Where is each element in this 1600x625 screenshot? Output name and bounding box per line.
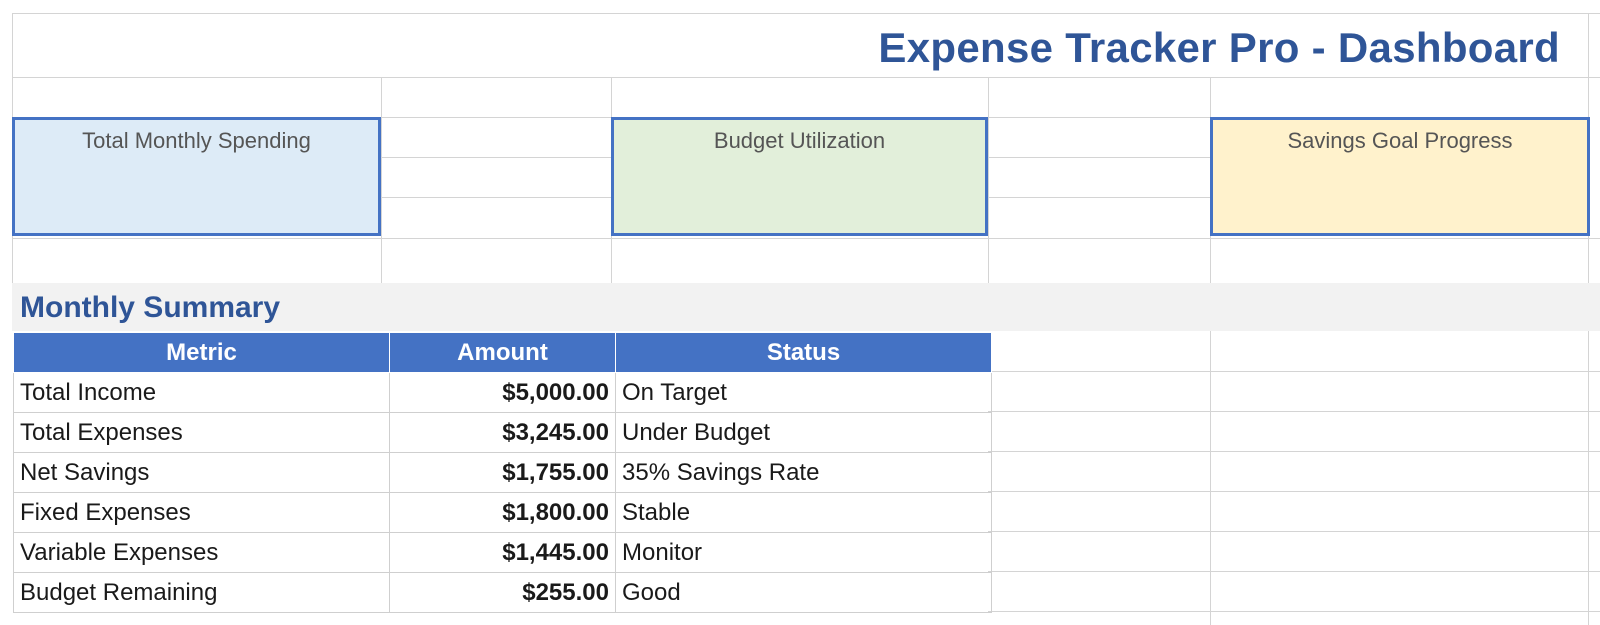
amount-cell[interactable]: $5,000.00	[389, 372, 616, 413]
grid-line	[988, 371, 1600, 372]
table-header-row: Metric Amount Status	[13, 332, 992, 373]
grid-line	[988, 411, 1600, 412]
amount-cell[interactable]: $255.00	[389, 572, 616, 613]
table-row: Variable Expenses $1,445.00 Monitor	[13, 532, 992, 573]
grid-line	[12, 77, 1600, 78]
grid-line	[988, 571, 1600, 572]
metric-cell[interactable]: Budget Remaining	[13, 572, 390, 613]
table-row: Net Savings $1,755.00 35% Savings Rate	[13, 452, 992, 493]
status-cell[interactable]: Good	[615, 572, 992, 613]
table-row: Total Income $5,000.00 On Target	[13, 372, 992, 413]
grid-line	[1588, 331, 1589, 625]
card-budget-utilization[interactable]: Budget Utilization	[611, 117, 988, 236]
card-label: Savings Goal Progress	[1287, 128, 1513, 153]
metric-cell[interactable]: Fixed Expenses	[13, 492, 390, 533]
grid-line	[12, 238, 1600, 239]
grid-line	[381, 157, 611, 158]
section-title: Monthly Summary	[20, 291, 281, 324]
grid-line	[988, 491, 1600, 492]
grid-line	[988, 117, 1210, 118]
grid-line	[988, 157, 1210, 158]
status-cell[interactable]: Stable	[615, 492, 992, 533]
table-row: Total Expenses $3,245.00 Under Budget	[13, 412, 992, 453]
status-cell[interactable]: On Target	[615, 372, 992, 413]
grid-line	[381, 117, 611, 118]
amount-cell[interactable]: $1,800.00	[389, 492, 616, 533]
monthly-summary-table: Metric Amount Status Total Income $5,000…	[13, 332, 992, 613]
grid-line	[381, 197, 611, 198]
table-row: Budget Remaining $255.00 Good	[13, 572, 992, 613]
amount-cell[interactable]: $3,245.00	[389, 412, 616, 453]
metric-cell[interactable]: Total Expenses	[13, 412, 390, 453]
card-label: Budget Utilization	[713, 128, 886, 153]
grid-line	[988, 611, 1600, 612]
grid-line	[988, 197, 1210, 198]
card-total-monthly-spending[interactable]: Total Monthly Spending	[12, 117, 381, 236]
metric-cell[interactable]: Net Savings	[13, 452, 390, 493]
status-cell[interactable]: 35% Savings Rate	[615, 452, 992, 493]
grid-line	[988, 451, 1600, 452]
card-savings-goal-progress[interactable]: Savings Goal Progress	[1210, 117, 1590, 236]
card-label: Total Monthly Spending	[82, 128, 311, 153]
amount-cell[interactable]: $1,755.00	[389, 452, 616, 493]
status-cell[interactable]: Under Budget	[615, 412, 992, 453]
status-cell[interactable]: Monitor	[615, 532, 992, 573]
metric-cell[interactable]: Variable Expenses	[13, 532, 390, 573]
column-header-status[interactable]: Status	[615, 332, 992, 373]
spreadsheet-canvas[interactable]: Expense Tracker Pro - Dashboard Total Mo…	[0, 0, 1600, 625]
grid-line	[1210, 331, 1211, 625]
grid-line	[381, 77, 382, 283]
dashboard-title: Expense Tracker Pro - Dashboard	[878, 24, 1560, 71]
column-header-amount[interactable]: Amount	[389, 332, 616, 373]
amount-cell[interactable]: $1,445.00	[389, 532, 616, 573]
grid-line	[12, 13, 1600, 14]
grid-line	[988, 77, 989, 283]
column-header-metric[interactable]: Metric	[13, 332, 390, 373]
metric-cell[interactable]: Total Income	[13, 372, 390, 413]
grid-line	[988, 531, 1600, 532]
table-row: Fixed Expenses $1,800.00 Stable	[13, 492, 992, 533]
